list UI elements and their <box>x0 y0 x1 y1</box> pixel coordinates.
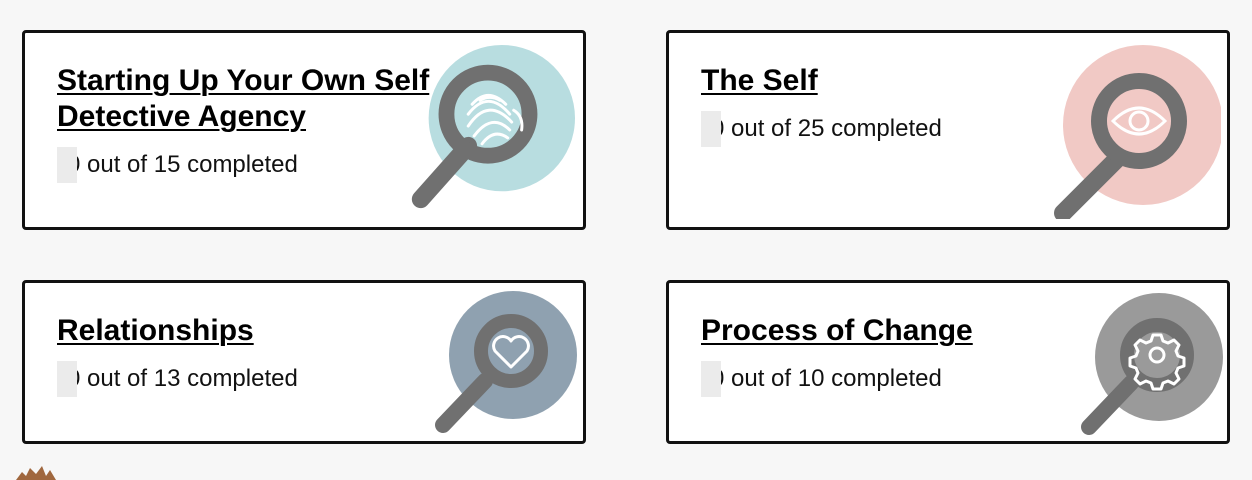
progress-bar <box>701 361 721 397</box>
progress-label: 0 out of 25 completed <box>711 115 942 142</box>
module-progress: 0 out of 15 completed <box>57 147 298 183</box>
progress-bar <box>701 111 721 147</box>
progress-label: 0 out of 10 completed <box>711 365 942 392</box>
module-title[interactable]: Process of Change <box>701 313 1121 349</box>
progress-bar <box>57 147 77 183</box>
heart-magnifier-icon <box>435 291 577 433</box>
progress-bar <box>57 361 77 397</box>
module-card-the-self[interactable]: The Self 0 out of 25 completed <box>666 30 1230 230</box>
module-progress: 0 out of 13 completed <box>57 361 298 397</box>
module-title[interactable]: Relationships <box>57 313 477 349</box>
module-card-process-of-change[interactable]: Process of Change 0 out of 10 completed <box>666 280 1230 444</box>
module-progress: 0 out of 25 completed <box>701 111 942 147</box>
module-card-self-detective-agency[interactable]: Starting Up Your Own Self Detective Agen… <box>22 30 586 230</box>
module-title[interactable]: Starting Up Your Own Self Detective Agen… <box>57 63 477 135</box>
progress-label: 0 out of 13 completed <box>67 365 298 392</box>
module-progress: 0 out of 10 completed <box>701 361 942 397</box>
progress-label: 0 out of 15 completed <box>67 151 298 178</box>
gear-magnifier-icon <box>1081 293 1223 435</box>
module-card-relationships[interactable]: Relationships 0 out of 13 completed <box>22 280 586 444</box>
module-title[interactable]: The Self <box>701 63 1121 99</box>
